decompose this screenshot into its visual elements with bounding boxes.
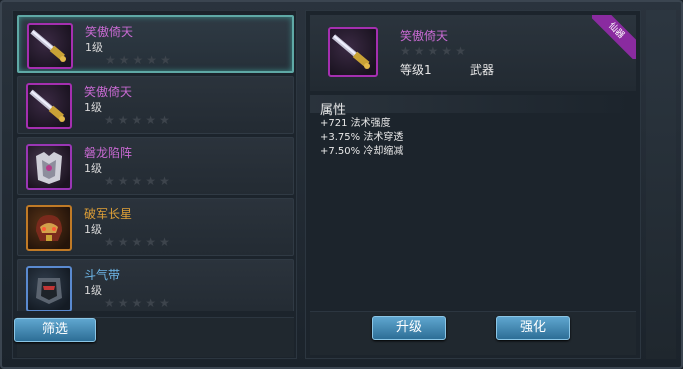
attribute-header-band <box>310 95 636 113</box>
star-icon: ★ <box>104 235 115 249</box>
equipment-list-panel: 笑傲倚天 1级 ★ ★ ★ ★ ★ 笑傲倚天 1级 ★ ★ ★ ★ ★ 磐龙陷阵… <box>12 10 297 359</box>
detail-footer <box>310 311 636 355</box>
star-icon: ★ <box>455 44 466 58</box>
item-level: 1级 <box>84 223 102 236</box>
item-level: 1级 <box>84 101 102 114</box>
star-icon: ★ <box>117 113 129 127</box>
sword-icon <box>328 27 378 77</box>
star-icon: ★ <box>104 296 115 310</box>
attribute-list: +721 法术强度 +3.75% 法术穿透 +7.50% 冷却缩减 <box>320 117 403 159</box>
attribute-line: +3.75% 法术穿透 <box>320 132 404 143</box>
equipment-detail-panel: 笑傲倚天 ★ ★ ★ ★ ★ 等级1 武器 仙器 属性 +721 法术强度 +3… <box>305 10 641 359</box>
detail-type: 武器 <box>470 63 495 77</box>
belt-icon <box>26 266 72 311</box>
item-stars: ★ ★ ★ ★ ★ <box>104 114 170 126</box>
item-level: 1级 <box>84 284 102 297</box>
attribute-line: +721 法术强度 <box>320 118 391 129</box>
item-name: 笑傲倚天 <box>85 25 134 39</box>
star-icon: ★ <box>145 113 157 127</box>
detail-header: 笑傲倚天 ★ ★ ★ ★ ★ 等级1 武器 仙器 <box>310 15 636 91</box>
item-name: 斗气带 <box>84 268 121 282</box>
equipment-list-item[interactable]: 磐龙陷阵 1级 ★ ★ ★ ★ ★ <box>17 137 294 195</box>
star-icon: ★ <box>104 174 115 188</box>
star-icon: ★ <box>159 296 170 310</box>
filter-button[interactable]: 筛选 <box>14 318 96 342</box>
star-icon: ★ <box>145 235 157 249</box>
star-icon: ★ <box>160 53 171 67</box>
attribute-line: +7.50% 冷却缩减 <box>320 146 404 157</box>
item-name: 破军长星 <box>84 207 133 221</box>
star-icon: ★ <box>118 53 130 67</box>
helmet-icon <box>26 205 72 251</box>
item-level: 1级 <box>84 162 102 175</box>
rarity-tag: 仙器 <box>592 15 636 59</box>
item-level: 1级 <box>85 41 103 54</box>
star-icon: ★ <box>117 296 129 310</box>
star-icon: ★ <box>105 53 116 67</box>
star-icon: ★ <box>132 53 144 67</box>
armor-icon <box>26 144 72 190</box>
item-stars: ★ ★ ★ ★ ★ <box>105 54 171 66</box>
star-icon: ★ <box>427 44 439 58</box>
item-name: 磐龙陷阵 <box>84 146 133 160</box>
upgrade-button[interactable]: 升级 <box>372 316 446 340</box>
star-icon: ★ <box>145 296 157 310</box>
equipment-list-item[interactable]: 笑傲倚天 1级 ★ ★ ★ ★ ★ <box>17 15 294 73</box>
window-right-edge <box>646 10 676 359</box>
star-icon: ★ <box>104 113 115 127</box>
star-icon: ★ <box>159 113 170 127</box>
equipment-list-item[interactable]: 破军长星 1级 ★ ★ ★ ★ ★ <box>17 198 294 256</box>
detail-stars: ★ ★ ★ ★ ★ <box>400 45 466 57</box>
equipment-list: 笑傲倚天 1级 ★ ★ ★ ★ ★ 笑傲倚天 1级 ★ ★ ★ ★ ★ 磐龙陷阵… <box>17 15 294 311</box>
star-icon: ★ <box>145 174 157 188</box>
star-icon: ★ <box>159 174 170 188</box>
attribute-title: 属性 <box>320 103 347 118</box>
item-stars: ★ ★ ★ ★ ★ <box>104 236 170 248</box>
strengthen-button[interactable]: 强化 <box>496 316 570 340</box>
star-icon: ★ <box>400 44 411 58</box>
sword-icon <box>26 83 72 129</box>
equipment-list-item[interactable]: 笑傲倚天 1级 ★ ★ ★ ★ ★ <box>17 76 294 134</box>
star-icon: ★ <box>159 235 170 249</box>
item-name: 笑傲倚天 <box>84 85 133 99</box>
detail-level: 等级1 <box>400 63 432 77</box>
sword-icon <box>27 23 73 69</box>
star-icon: ★ <box>131 235 143 249</box>
star-icon: ★ <box>146 53 158 67</box>
detail-item-name: 笑傲倚天 <box>400 29 449 43</box>
star-icon: ★ <box>117 235 129 249</box>
item-stars: ★ ★ ★ ★ ★ <box>104 175 170 187</box>
star-icon: ★ <box>131 113 143 127</box>
star-icon: ★ <box>117 174 129 188</box>
item-stars: ★ ★ ★ ★ ★ <box>104 297 170 309</box>
star-icon: ★ <box>441 44 453 58</box>
star-icon: ★ <box>413 44 425 58</box>
star-icon: ★ <box>131 296 143 310</box>
rarity-tag-label: 仙器 <box>592 15 636 59</box>
star-icon: ★ <box>131 174 143 188</box>
equipment-list-item[interactable]: 斗气带 1级 ★ ★ ★ ★ ★ <box>17 259 294 311</box>
